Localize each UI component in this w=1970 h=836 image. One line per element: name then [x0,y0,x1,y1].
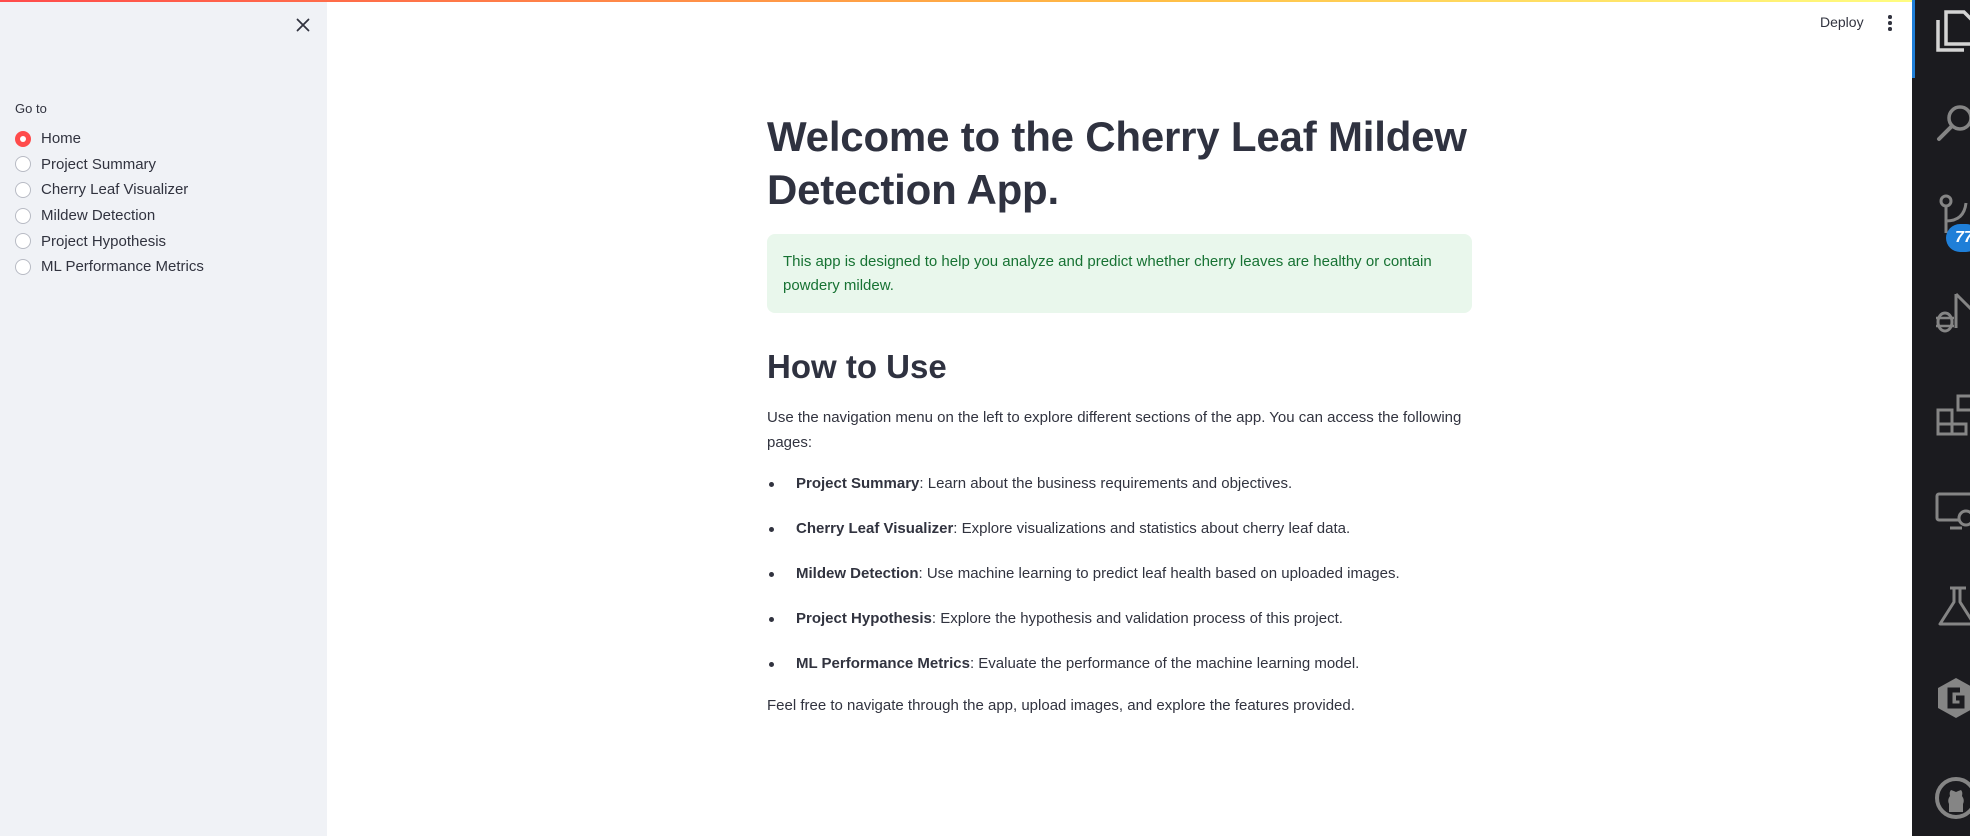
list-item-name: ML Performance Metrics [796,655,970,672]
info-alert: This app is designed to help you analyze… [767,234,1472,313]
info-alert-text: This app is designed to help you analyze… [783,253,1432,294]
deploy-button[interactable]: Deploy [1820,14,1864,30]
nav-item-label: Cherry Leaf Visualizer [41,181,189,199]
nav-item-label: Mildew Detection [41,207,156,225]
list-item-desc: : Use machine learning to predict leaf h… [918,565,1400,582]
nav-item-ml-performance-metrics[interactable]: ML Performance Metrics [15,254,204,280]
active-indicator [1912,0,1915,78]
nav-item-cherry-leaf-visualizer[interactable]: Cherry Leaf Visualizer [15,177,204,203]
radio-selected-icon[interactable] [15,130,31,147]
list-item: Cherry Leaf Visualizer: Explore visualiz… [767,518,1472,540]
radio-icon[interactable] [15,258,31,275]
how-to-use-heading: How to Use [767,348,947,385]
nav-item-mildew-detection[interactable]: Mildew Detection [15,203,204,229]
list-item: Project Summary: Learn about the busines… [767,473,1472,495]
testing-icon[interactable] [1934,584,1970,628]
nav-item-label: ML Performance Metrics [41,258,204,276]
remote-explorer-icon[interactable] [1934,488,1970,532]
list-item-name: Cherry Leaf Visualizer [796,520,954,537]
app-root: Go to Home Project Summary Cherry Leaf V… [0,0,1970,836]
nav-item-project-hypothesis[interactable]: Project Hypothesis [15,228,204,254]
closing-paragraph: Feel free to navigate through the app, u… [767,697,1355,714]
list-item-name: Mildew Detection [796,565,919,582]
list-item-desc: : Learn about the business requirements … [919,475,1293,492]
list-item: Project Hypothesis: Explore the hypothes… [767,608,1472,630]
list-item-desc: : Explore visualizations and statistics … [953,520,1351,537]
explorer-icon[interactable] [1934,8,1970,52]
activity-bar: 77 [1912,0,1970,836]
list-item-desc: : Explore the hypothesis and validation … [931,610,1343,627]
nav-item-label: Project Hypothesis [41,232,167,250]
close-icon [296,18,310,32]
nav-item-label: Project Summary [41,155,157,173]
nav-item-project-summary[interactable]: Project Summary [15,152,204,178]
close-sidebar-button[interactable] [291,13,315,37]
radio-icon[interactable] [15,181,31,198]
list-item-name: Project Summary [796,475,920,492]
list-item-name: Project Hypothesis [796,610,932,627]
nav-radio-group: Home Project Summary Cherry Leaf Visuali… [15,126,204,280]
page-title: Welcome to the Cherry Leaf Mildew Detect… [767,113,1467,213]
radio-icon[interactable] [15,156,31,173]
radio-icon[interactable] [15,207,31,224]
header-decoration [0,0,1912,2]
run-debug-icon[interactable] [1934,290,1970,334]
goto-label: Go to [15,101,47,116]
extensions-icon[interactable] [1934,392,1970,436]
nav-item-home[interactable]: Home [15,126,204,152]
intro-paragraph: Use the navigation menu on the left to e… [767,409,1462,451]
gitlens-icon[interactable] [1934,676,1970,720]
source-control-badge: 77 [1946,224,1970,252]
main-content: Welcome to the Cherry Leaf Mildew Detect… [767,110,1472,717]
nav-item-label: Home [41,130,82,148]
search-icon[interactable] [1934,100,1970,144]
github-icon[interactable] [1934,776,1970,820]
kebab-menu-icon [1888,15,1892,19]
main-menu-button[interactable] [1882,12,1898,34]
list-item-desc: : Evaluate the performance of the machin… [969,655,1360,672]
list-item: Mildew Detection: Use machine learning t… [767,563,1472,585]
list-item: ML Performance Metrics: Evaluate the per… [767,653,1472,675]
pages-list: Project Summary: Learn about the busines… [767,473,1472,675]
sidebar: Go to Home Project Summary Cherry Leaf V… [0,0,327,836]
radio-icon[interactable] [15,233,31,250]
